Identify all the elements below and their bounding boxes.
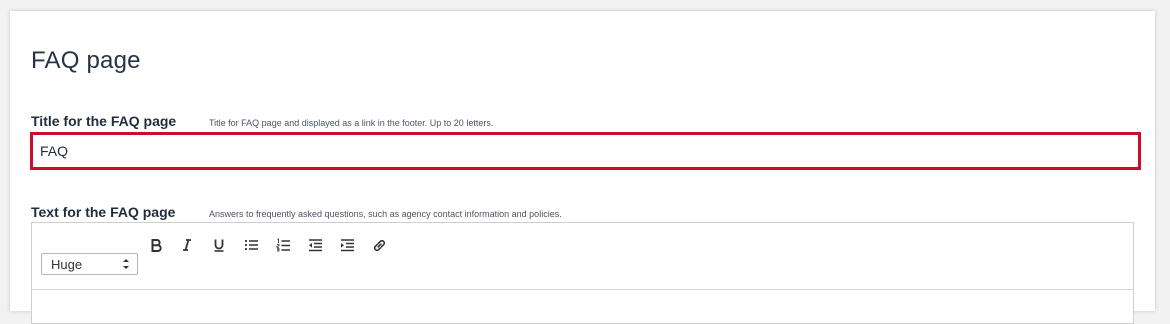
bold-button[interactable] bbox=[145, 235, 167, 255]
faq-title-help-text: Title for FAQ page and displayed as a li… bbox=[209, 118, 494, 128]
bold-icon bbox=[149, 238, 163, 252]
indent-button[interactable] bbox=[336, 235, 358, 255]
faq-text-help-text: Answers to frequently asked questions, s… bbox=[209, 209, 562, 219]
link-button[interactable] bbox=[368, 235, 390, 255]
outdent-icon bbox=[308, 238, 323, 252]
faq-title-input[interactable] bbox=[30, 132, 1141, 170]
faq-text-label: Text for the FAQ page bbox=[31, 204, 176, 220]
select-arrows-icon bbox=[122, 256, 130, 272]
faq-text-editor: Huge bbox=[31, 222, 1134, 324]
bullet-list-button[interactable] bbox=[240, 235, 262, 255]
page-title: FAQ page bbox=[31, 47, 141, 74]
editor-toolbar: Huge bbox=[32, 223, 1133, 290]
underline-icon bbox=[212, 238, 226, 252]
bullet-list-icon bbox=[244, 238, 259, 252]
indent-icon bbox=[340, 238, 355, 252]
editor-content-area[interactable] bbox=[32, 290, 1133, 323]
numbered-list-icon bbox=[276, 238, 291, 252]
font-size-select[interactable]: Huge bbox=[41, 253, 138, 275]
underline-button[interactable] bbox=[208, 235, 230, 255]
font-size-selected-value: Huge bbox=[51, 257, 83, 272]
faq-title-label: Title for the FAQ page bbox=[31, 113, 177, 129]
outdent-button[interactable] bbox=[304, 235, 326, 255]
numbered-list-button[interactable] bbox=[272, 235, 294, 255]
faq-settings-card: FAQ page Title for the FAQ page Title fo… bbox=[10, 11, 1155, 324]
link-icon bbox=[372, 238, 387, 253]
italic-button[interactable] bbox=[176, 235, 198, 255]
italic-icon bbox=[180, 238, 194, 252]
